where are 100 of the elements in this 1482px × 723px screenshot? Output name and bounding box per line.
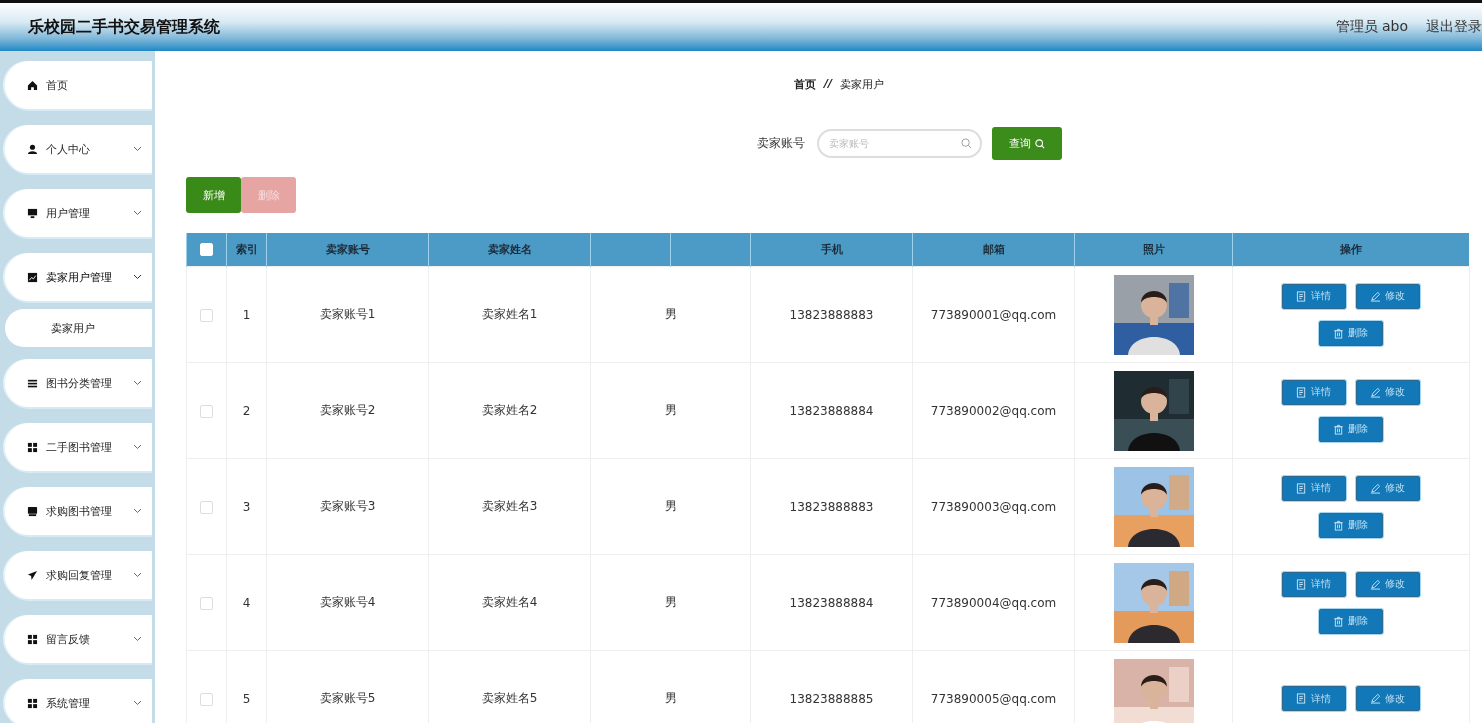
sidebar-item-label: 个人中心 (46, 141, 91, 157)
table-cell: 卖家账号5 (319, 691, 376, 705)
checkbox[interactable] (200, 596, 213, 610)
table-cell: 卖家姓名4 (481, 595, 538, 609)
query-button[interactable]: 查询 (991, 127, 1062, 160)
edit-button[interactable]: 修改 (1355, 379, 1420, 405)
sidebar-item[interactable]: 留言反馈 (5, 615, 152, 663)
checkbox[interactable] (200, 692, 213, 706)
delete-button[interactable]: 删除 (1318, 608, 1383, 634)
document-icon (1296, 290, 1308, 302)
sidebar-item-label: 卖家用户管理 (46, 269, 113, 285)
add-button[interactable]: 新增 (186, 177, 241, 213)
column-header: 操作 (1340, 243, 1362, 256)
sidebar-item-label: 求购图书管理 (46, 503, 113, 519)
sidebar-item[interactable]: 系统管理 (5, 679, 152, 723)
sidebar-item[interactable]: 卖家用户管理 (5, 253, 152, 301)
search-field[interactable]: 卖家账号 (816, 129, 982, 158)
column-header: 邮箱 (982, 243, 1005, 256)
table-cell: 卖家姓名1 (481, 307, 538, 321)
table-cell: 773890004@qq.com (930, 595, 1057, 610)
table-cell: 卖家姓名3 (481, 499, 538, 513)
chevron-icon (133, 274, 142, 280)
table-cell: 卖家账号4 (319, 595, 376, 609)
table-cell: 13823888885 (789, 691, 874, 706)
sidebar-item[interactable]: 二手图书管理 (5, 423, 152, 471)
chevron-icon (133, 636, 142, 642)
table-cell: 13823888884 (789, 595, 874, 610)
column-header: 卖家姓名 (487, 243, 532, 256)
chevron-icon (133, 700, 142, 706)
table-cell: 5 (242, 691, 251, 706)
sidebar-item-label: 系统管理 (46, 695, 91, 711)
sidebar-item[interactable]: 图书分类管理 (5, 359, 152, 407)
edit-button[interactable]: 修改 (1355, 686, 1420, 711)
chevron-icon (133, 146, 142, 152)
chevron-icon (133, 508, 142, 514)
sidebar-item-label: 图书分类管理 (46, 375, 113, 391)
column-header: 照片 (1142, 243, 1165, 256)
column-header: 索引 (235, 243, 258, 256)
detail-button[interactable]: 详情 (1281, 475, 1346, 501)
table-cell: 男 (664, 595, 677, 609)
document-icon (1296, 386, 1308, 398)
sidebar-item[interactable]: 求购图书管理 (5, 487, 152, 535)
pencil-icon (1370, 482, 1382, 494)
detail-button[interactable]: 详情 (1281, 686, 1346, 711)
pencil-icon (1370, 290, 1382, 302)
table-cell: 4 (242, 595, 251, 610)
edit-button[interactable]: 修改 (1355, 283, 1420, 309)
user-icon (27, 143, 38, 155)
grid-icon (27, 633, 38, 645)
send-icon (27, 569, 38, 581)
table-cell: 男 (664, 307, 677, 321)
sidebar-item[interactable]: 求购回复管理 (5, 551, 152, 599)
chevron-icon (133, 210, 142, 216)
detail-button[interactable]: 详情 (1281, 571, 1346, 597)
table-cell: 773890001@qq.com (930, 307, 1057, 322)
table-cell: 男 (664, 403, 677, 417)
chevron-icon (133, 380, 142, 386)
table-cell: 卖家姓名2 (481, 403, 538, 417)
pencil-icon (1370, 578, 1382, 590)
breadcrumb-item[interactable]: 首页 (793, 77, 816, 92)
grid-icon (27, 697, 38, 709)
table-cell: 13823888883 (789, 499, 874, 514)
checkbox[interactable] (200, 308, 213, 322)
sidebar-subitem[interactable]: 卖家用户 (5, 309, 152, 347)
delete-button[interactable]: 删除 (1318, 416, 1383, 442)
column-header: 卖家账号 (325, 243, 370, 256)
search-icon (1034, 138, 1045, 149)
delete-button[interactable]: 删除 (1318, 512, 1383, 538)
sidebar-item-label: 求购回复管理 (46, 567, 113, 583)
breadcrumb-separator: // (823, 77, 832, 92)
search-icon (960, 138, 972, 149)
sidebar-item-label: 留言反馈 (46, 631, 91, 647)
trash-icon (1333, 327, 1345, 339)
table-cell: 1 (242, 307, 251, 322)
checkbox[interactable] (200, 500, 213, 514)
table-cell: 3 (242, 499, 251, 514)
book-icon (27, 505, 38, 517)
chevron-icon (133, 572, 142, 578)
chevron-icon (133, 444, 142, 450)
detail-button[interactable]: 详情 (1281, 283, 1346, 309)
table-cell: 男 (664, 499, 677, 513)
delete-button[interactable]: 删除 (1318, 320, 1383, 346)
table-cell: 卖家姓名5 (481, 691, 538, 705)
monitor-icon (27, 207, 38, 219)
trash-icon (1333, 519, 1345, 531)
sidebar-item[interactable]: 个人中心 (5, 125, 152, 173)
sidebar-item[interactable]: 首页 (5, 61, 152, 109)
admin-name: 管理员 abo (1335, 18, 1408, 36)
home-icon (27, 79, 38, 91)
trash-icon (1333, 423, 1345, 435)
list-icon (27, 377, 38, 389)
table-cell: 13823888883 (789, 307, 874, 322)
table-cell: 773890005@qq.com (930, 691, 1057, 706)
edit-button[interactable]: 修改 (1355, 571, 1420, 597)
detail-button[interactable]: 详情 (1281, 379, 1346, 405)
checkbox[interactable] (200, 404, 213, 418)
logout-link[interactable]: 退出登录 (1426, 18, 1482, 36)
sidebar-item[interactable]: 用户管理 (5, 189, 152, 237)
edit-button[interactable]: 修改 (1355, 475, 1420, 501)
breadcrumb-item: 卖家用户 (840, 77, 884, 92)
